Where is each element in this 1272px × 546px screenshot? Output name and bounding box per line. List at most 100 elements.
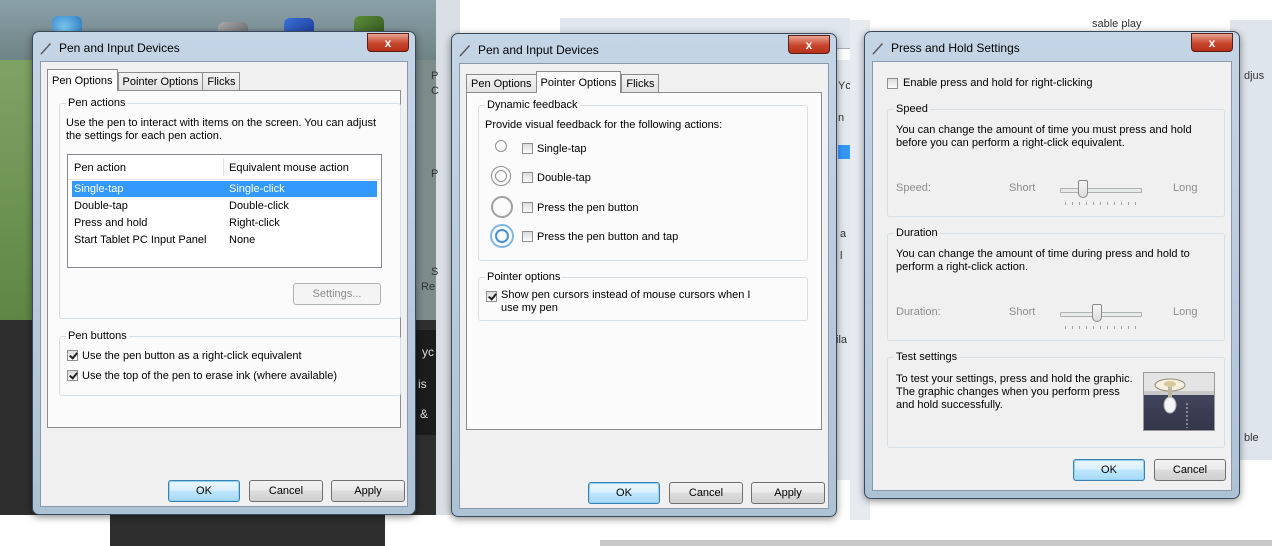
slider-tick <box>1135 326 1136 329</box>
description-line: and hold successfully. <box>896 399 1003 411</box>
ok-button[interactable]: OK <box>588 482 660 504</box>
cell-mouse-action: Single-click <box>229 183 285 195</box>
cancel-button[interactable]: Cancel <box>669 482 743 504</box>
pen-options-window: Pen and Input Devices x Pen Options Poin… <box>32 31 416 515</box>
tab-pointer-options[interactable]: Pointer Options <box>117 72 203 91</box>
ok-button[interactable]: OK <box>168 480 240 502</box>
background-text: is <box>418 377 427 391</box>
apply-button[interactable]: Apply <box>751 482 825 504</box>
checkbox-label[interactable]: Double-tap <box>537 172 591 185</box>
cell-mouse-action: Right-click <box>229 217 280 229</box>
checkbox-label[interactable]: Enable press and hold for right-clicking <box>903 77 1093 90</box>
close-button[interactable]: x <box>788 35 830 54</box>
dialog-body: Pen Options Pointer Options Flicks Pen a… <box>40 61 408 507</box>
description-line: the settings for each pen action. <box>66 130 222 142</box>
description-text: Provide visual feedback for the followin… <box>485 119 723 131</box>
pointer-options-window: Pen and Input Devices x Pen Options Poin… <box>451 33 837 517</box>
checkbox-label[interactable]: Press the pen button and tap <box>537 231 678 244</box>
slider-tick <box>1079 326 1080 329</box>
window-title: Pen and Input Devices <box>59 41 180 55</box>
enable-press-hold-checkbox[interactable] <box>887 78 898 89</box>
dialog-body: Pen Options Pointer Options Flicks Dynam… <box>459 63 829 509</box>
apply-button[interactable]: Apply <box>331 480 405 502</box>
group-title: Test settings <box>894 351 960 363</box>
slider-tick <box>1072 326 1073 329</box>
window-title: Press and Hold Settings <box>891 41 1020 55</box>
table-row[interactable]: Single-tap Single-click <box>72 181 377 197</box>
column-header-pen-action[interactable]: Pen action <box>74 162 126 174</box>
tab-flicks[interactable]: Flicks <box>202 72 241 91</box>
ok-button[interactable]: OK <box>1073 459 1145 481</box>
cancel-button[interactable]: Cancel <box>1154 459 1226 481</box>
background-text: djus <box>1244 70 1265 82</box>
single-tap-checkbox[interactable] <box>522 143 533 154</box>
show-pen-cursors-checkbox[interactable] <box>486 291 497 302</box>
title-bar[interactable]: Press and Hold Settings <box>871 39 1193 57</box>
column-divider[interactable] <box>223 158 224 176</box>
close-icon: x <box>1208 35 1216 50</box>
checkbox-label[interactable]: Use the top of the pen to erase ink (whe… <box>82 370 337 383</box>
pen-options-panel: Pen actions Use the pen to interact with… <box>47 90 401 428</box>
checkbox-label[interactable]: Use the pen button as a right-click equi… <box>82 350 302 363</box>
slider-tick <box>1079 202 1080 205</box>
right-click-checkbox[interactable] <box>67 350 78 361</box>
description-line: You can change the amount of time during… <box>896 248 1190 260</box>
checkbox-label[interactable]: Show pen cursors instead of mouse cursor… <box>501 289 750 302</box>
checkbox-label[interactable]: use my pen <box>501 302 558 315</box>
group-title: Pointer options <box>485 271 563 283</box>
slider-tick <box>1086 202 1087 205</box>
double-tap-checkbox[interactable] <box>522 172 533 183</box>
speed-slider-track[interactable] <box>1060 188 1142 193</box>
tab-strip: Pen Options Pointer Options Flicks <box>466 71 660 93</box>
cell-pen-action: Press and hold <box>74 217 148 229</box>
close-button[interactable]: x <box>367 33 409 52</box>
cell-mouse-action: Double-click <box>229 200 289 212</box>
speed-slider-thumb[interactable] <box>1077 180 1088 198</box>
close-button[interactable]: x <box>1191 33 1233 52</box>
background-scroll-strip <box>600 540 1272 546</box>
column-header-mouse-action[interactable]: Equivalent mouse action <box>229 162 349 174</box>
description-line: perform a right-click action. <box>896 261 1029 273</box>
title-bar[interactable]: Pen and Input Devices <box>458 41 790 59</box>
checkbox-label[interactable]: Single-tap <box>537 143 587 156</box>
duration-slider-thumb[interactable] <box>1091 304 1102 322</box>
slider-tick <box>1114 202 1115 205</box>
tab-pointer-options[interactable]: Pointer Options <box>535 71 622 93</box>
title-bar[interactable]: Pen and Input Devices <box>39 39 369 57</box>
slider-tick <box>1121 326 1122 329</box>
settings-button[interactable]: Settings... <box>293 283 381 305</box>
background-text: Re <box>421 281 436 293</box>
tab-pen-options[interactable]: Pen Options <box>466 74 536 93</box>
description-line: Use the pen to interact with items on th… <box>66 117 377 129</box>
background-text: Yc <box>838 80 851 92</box>
table-row[interactable]: Start Tablet PC Input Panel None <box>72 232 377 248</box>
slider-tick <box>1128 326 1129 329</box>
tab-flicks[interactable]: Flicks <box>621 74 660 93</box>
pen-button-tap-checkbox[interactable] <box>522 231 533 242</box>
pen-actions-list[interactable]: Pen action Equivalent mouse action Singl… <box>67 154 382 268</box>
description-line: To test your settings, press and hold th… <box>896 373 1133 385</box>
cell-pen-action: Double-tap <box>74 200 128 212</box>
slider-min-label: Short <box>1009 306 1036 318</box>
description-line: You can change the amount of time you mu… <box>896 124 1192 136</box>
background-text: & <box>420 407 429 421</box>
checkbox-label[interactable]: Press the pen button <box>537 202 639 215</box>
test-graphic[interactable] <box>1143 372 1215 431</box>
table-row[interactable]: Press and hold Right-click <box>72 215 377 231</box>
dynamic-feedback-group: Dynamic feedback Provide visual feedback… <box>478 99 808 261</box>
background-text: P <box>431 168 439 180</box>
cell-mouse-action: None <box>229 234 256 246</box>
white-gap <box>385 515 436 546</box>
slider-tick <box>1107 202 1108 205</box>
cancel-button[interactable]: Cancel <box>249 480 323 502</box>
pen-button-checkbox[interactable] <box>522 202 533 213</box>
slider-tick <box>1093 326 1094 329</box>
erase-ink-checkbox[interactable] <box>67 370 78 381</box>
pen-buttons-group: Pen buttons Use the pen button as a righ… <box>59 330 401 396</box>
slider-tick <box>1072 202 1073 205</box>
tab-pen-options[interactable]: Pen Options <box>47 69 118 91</box>
table-row[interactable]: Double-tap Double-click <box>72 198 377 214</box>
test-settings-group: Test settings To test your settings, pre… <box>887 351 1225 448</box>
description-line: The graphic changes when you perform pre… <box>896 386 1120 398</box>
slider-tick <box>1093 202 1094 205</box>
